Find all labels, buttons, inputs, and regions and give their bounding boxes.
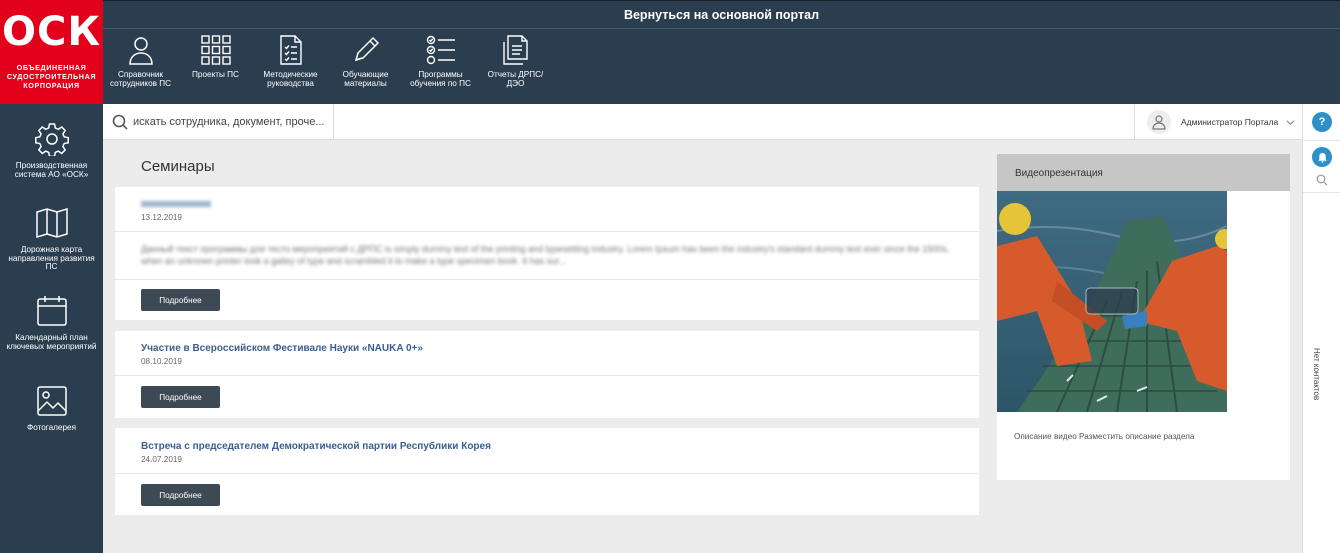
search-bar: Администратор Портала xyxy=(103,104,1302,140)
video-description: Описание видео Разместить описание разде… xyxy=(1014,432,1195,441)
details-button[interactable]: Подробнее xyxy=(141,386,220,408)
grid-icon xyxy=(200,35,231,65)
sidebar-item-label: Фотогалерея xyxy=(26,423,77,432)
card-title-link[interactable]: Участие в Всероссийском Фестивале Науки … xyxy=(141,343,953,354)
video-panel: Видеопрезентация Описание видео Размести… xyxy=(997,154,1290,480)
sidebar-item-label: Календарный план ключевых мероприятий xyxy=(6,333,97,351)
details-button[interactable]: Подробнее xyxy=(141,289,220,311)
card-header: Участие в Всероссийском Фестивале Науки … xyxy=(115,331,979,376)
nav-item-employees[interactable]: Справочник сотрудников ПС xyxy=(103,34,178,100)
gear-icon xyxy=(34,123,69,156)
event-card: Участие в Всероссийском Фестивале Науки … xyxy=(115,331,979,418)
video-heading: Видеопрезентация xyxy=(997,154,1290,191)
card-date: 08.10.2019 xyxy=(141,357,182,366)
card-title-redacted[interactable] xyxy=(141,201,211,207)
page-title: Семинары xyxy=(141,158,215,175)
person-icon xyxy=(128,37,153,65)
nav-item-training-programs[interactable]: Программы обучения по ПС xyxy=(403,34,478,100)
calendar-icon xyxy=(36,296,67,326)
checklist-icon xyxy=(426,35,455,65)
chevron-down-icon xyxy=(1286,119,1295,125)
nav-label: Обучающие материалы xyxy=(342,70,389,88)
video-thumbnail xyxy=(997,191,1227,412)
return-to-portal-link[interactable]: Вернуться на основной портал xyxy=(103,1,1340,29)
card-header: 13.12.2019 xyxy=(115,187,979,232)
card-date: 13.12.2019 xyxy=(141,213,182,222)
video-player[interactable] xyxy=(997,191,1227,412)
logo-mark: ОСК xyxy=(1,9,102,55)
search-icon xyxy=(112,114,128,130)
rail-divider xyxy=(1303,192,1340,193)
sidebar-item-roadmap[interactable]: Дорожная карта направления развития ПС xyxy=(0,206,103,272)
avatar xyxy=(1147,110,1171,134)
map-icon xyxy=(35,207,68,239)
nav-item-training-materials[interactable]: Обучающие материалы xyxy=(328,34,403,100)
notifications-button[interactable] xyxy=(1312,147,1332,167)
rail-divider xyxy=(1303,140,1340,141)
user-icon xyxy=(1152,115,1166,130)
reports-icon xyxy=(502,35,528,65)
sidebar-item-label: Дорожная карта направления развития ПС xyxy=(8,245,95,271)
nav-label: Проекты ПС xyxy=(192,70,239,79)
details-button[interactable]: Подробнее xyxy=(141,484,220,506)
image-icon xyxy=(36,386,67,416)
card-title-link[interactable]: Встреча с председателем Демократической … xyxy=(141,441,953,452)
user-menu[interactable]: Администратор Портала xyxy=(1134,104,1302,140)
right-rail: ? Нет контактов xyxy=(1302,104,1340,553)
nav-item-projects[interactable]: Проекты ПС xyxy=(178,34,253,100)
nav-label: Отчеты ДРПС/ДЭО xyxy=(487,70,544,88)
nav-label: Методические руководства xyxy=(263,70,318,88)
sidebar-item-label: Производственная система АО «ОСК» xyxy=(14,161,89,179)
search-divider xyxy=(333,104,334,140)
card-divider xyxy=(115,279,979,280)
event-card: Встреча с председателем Демократической … xyxy=(115,428,979,515)
nav-item-reports[interactable]: Отчеты ДРПС/ДЭО xyxy=(478,34,553,100)
search-input[interactable] xyxy=(133,110,328,134)
nav-label: Программы обучения по ПС xyxy=(410,70,471,88)
card-header: Встреча с председателем Демократической … xyxy=(115,428,979,474)
card-date: 24.07.2019 xyxy=(141,455,182,464)
sidebar-item-photo-gallery[interactable]: Фотогалерея xyxy=(0,384,103,433)
top-bar: Вернуться на основной портал Справочник … xyxy=(103,0,1340,104)
no-contacts-label: Нет контактов xyxy=(1312,348,1321,401)
sidebar-item-calendar-plan[interactable]: Календарный план ключевых мероприятий xyxy=(0,294,103,351)
contacts-search-icon[interactable] xyxy=(1316,174,1328,186)
card-excerpt: Данный текст программы для тесто меропри… xyxy=(141,244,950,266)
sidebar-item-production-system[interactable]: Производственная система АО «ОСК» xyxy=(0,122,103,179)
nav-label: Справочник сотрудников ПС xyxy=(109,70,172,88)
user-name: Администратор Портала xyxy=(1181,117,1279,127)
left-sidebar: Производственная система АО «ОСК» Дорожн… xyxy=(0,104,103,553)
event-card: 13.12.2019 Данный текст программы для те… xyxy=(115,187,979,320)
logo-subtitle: ОБЪЕДИНЕННАЯ СУДОСТРОИТЕЛЬНАЯ КОРПОРАЦИЯ xyxy=(6,63,97,90)
top-nav: Справочник сотрудников ПС Проекты ПС Мет… xyxy=(103,34,553,100)
document-list-icon xyxy=(279,35,302,65)
logo[interactable]: ОСК ОБЪЕДИНЕННАЯ СУДОСТРОИТЕЛЬНАЯ КОРПОР… xyxy=(0,0,103,104)
pencil-icon xyxy=(354,36,379,62)
nav-item-guides[interactable]: Методические руководства xyxy=(253,34,328,100)
bell-icon xyxy=(1317,152,1327,163)
help-button[interactable]: ? xyxy=(1312,112,1332,132)
